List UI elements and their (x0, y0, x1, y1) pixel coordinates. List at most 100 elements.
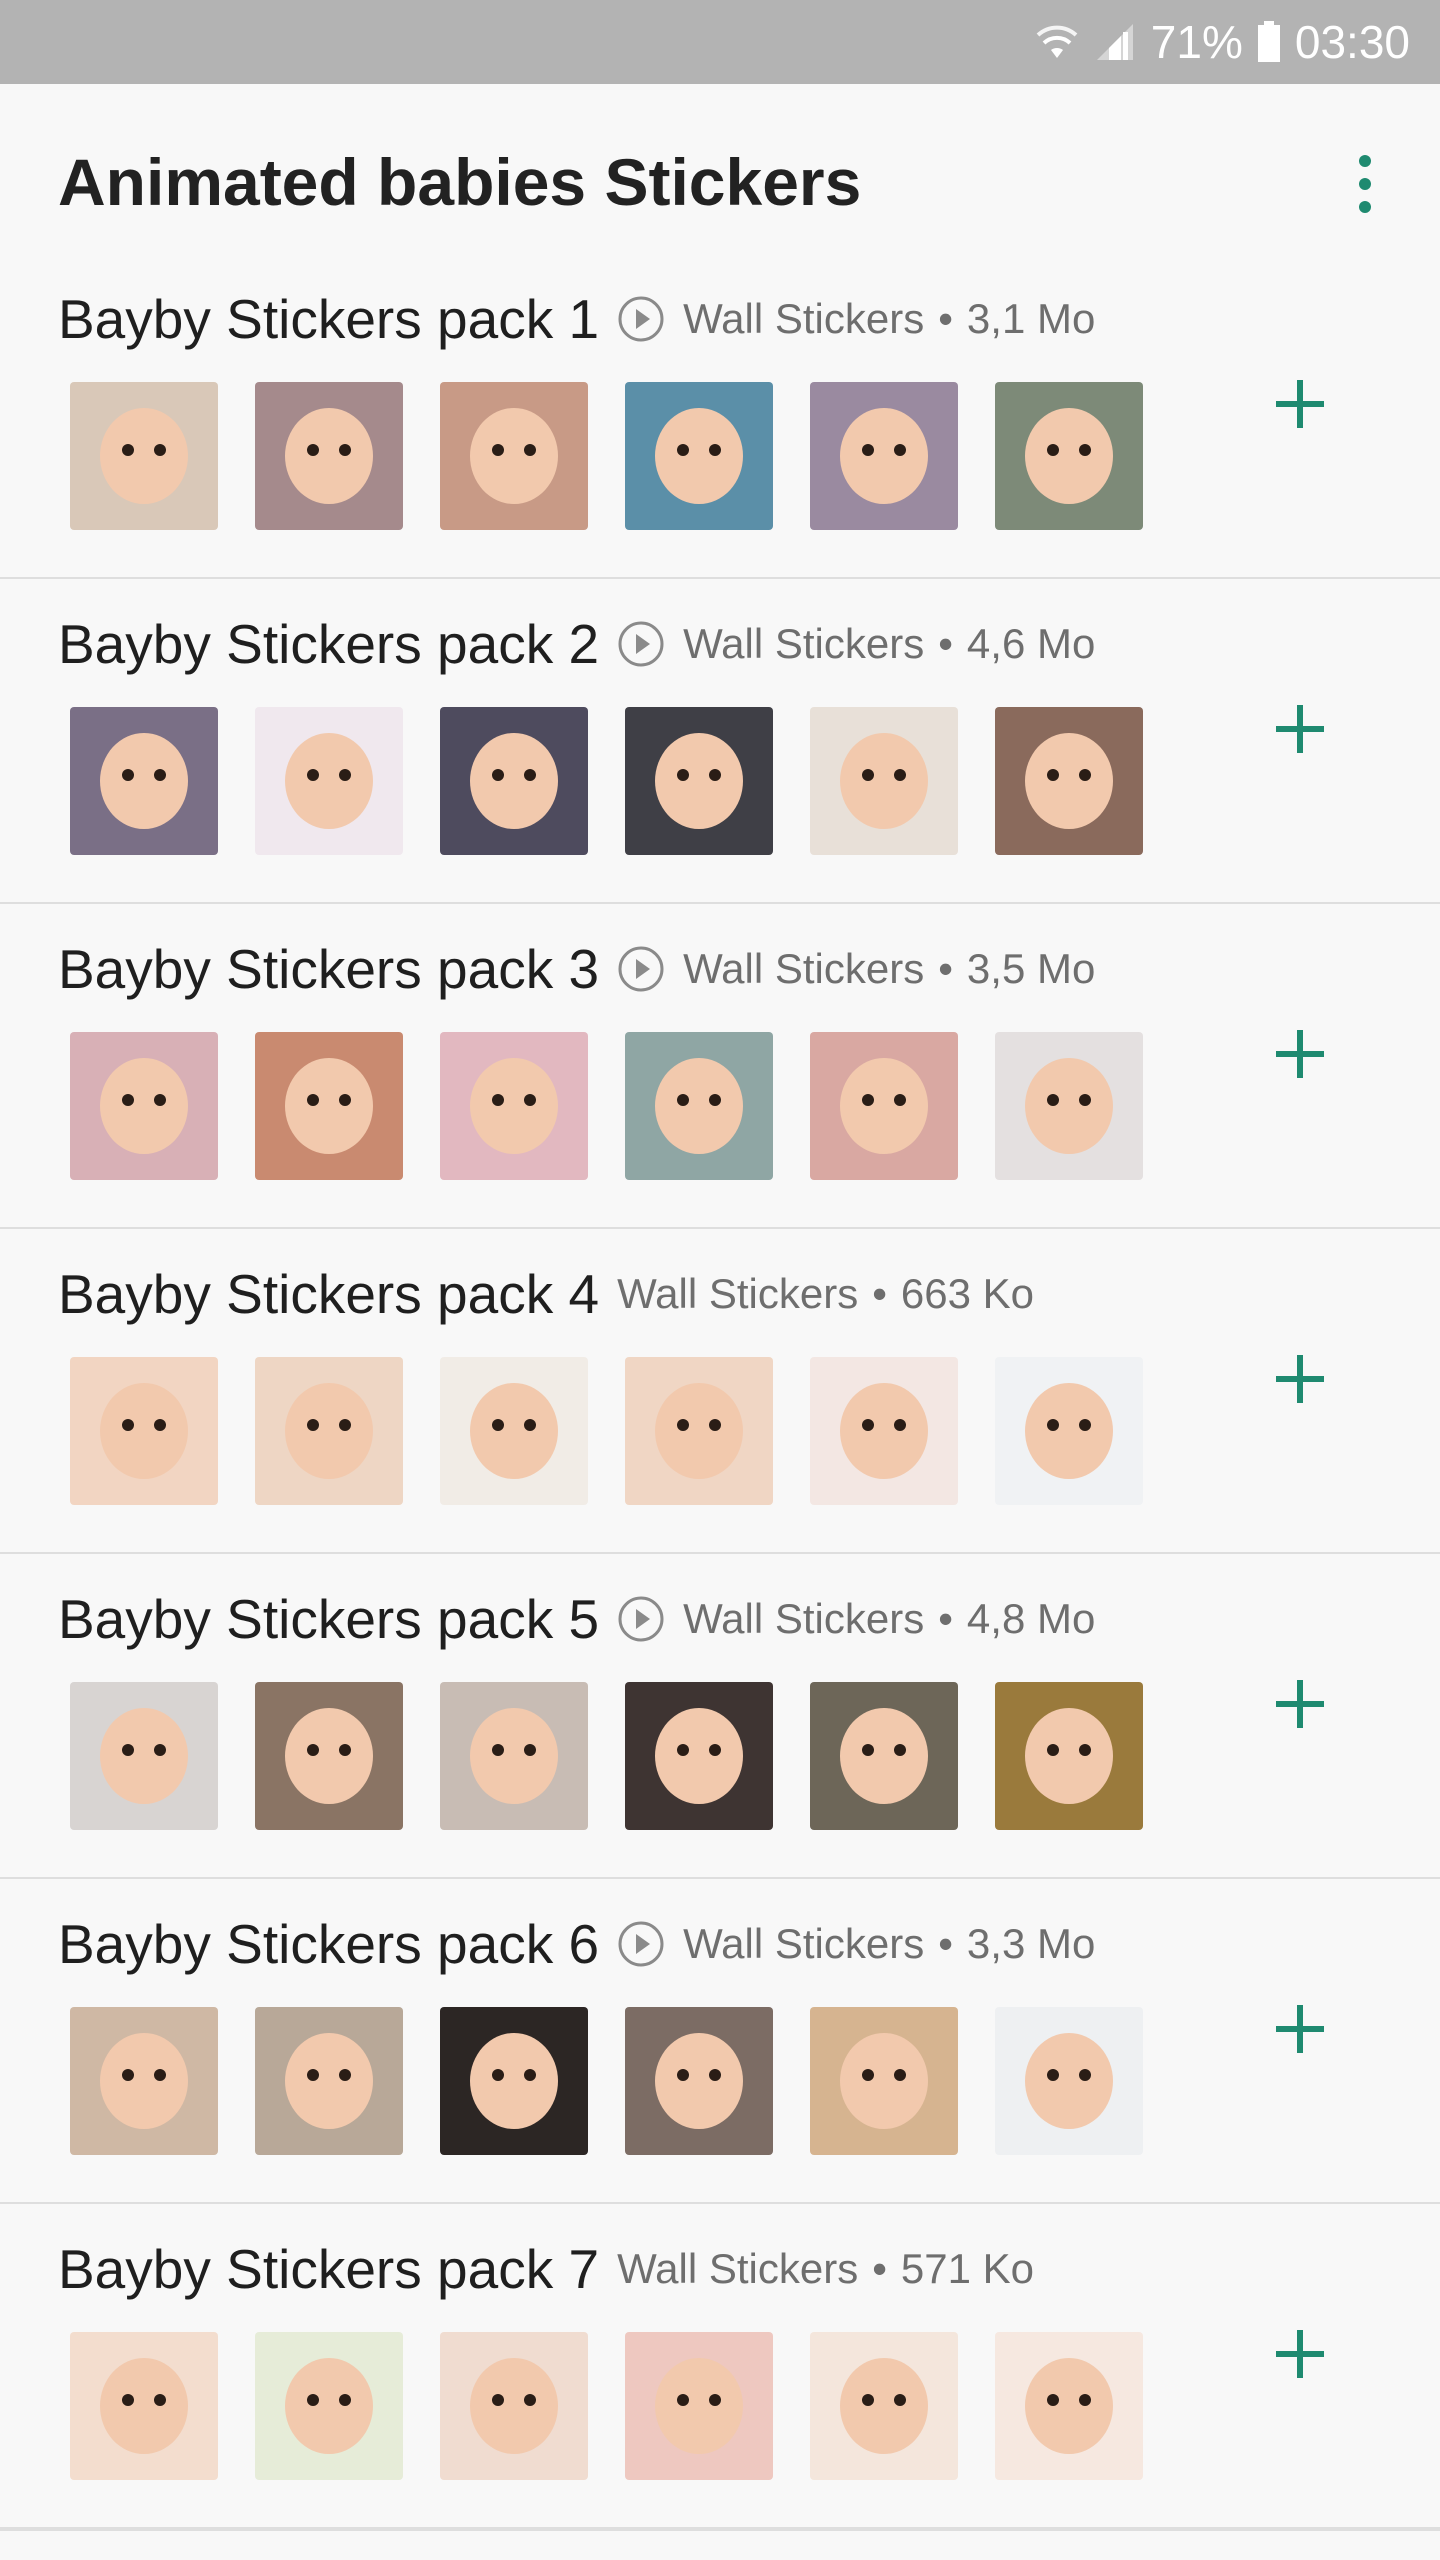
page-title: Animated babies Stickers (58, 145, 862, 219)
eye-shape (122, 1094, 134, 1106)
eye-shape (677, 2394, 689, 2406)
add-pack-button[interactable] (1270, 699, 1330, 759)
baby-face-image (1025, 1383, 1113, 1479)
separator-dot: • (938, 620, 953, 667)
status-bar: 71% 03:30 (0, 0, 1440, 84)
eye-shape (154, 444, 166, 456)
plus-icon (1276, 2005, 1324, 2053)
eye-shape (862, 1744, 874, 1756)
eye-shape (307, 1744, 319, 1756)
eye-shape (894, 2394, 906, 2406)
eye-shape (307, 769, 319, 781)
baby-face-image (655, 1058, 743, 1154)
eye-shape (709, 2394, 721, 2406)
baby-face-image (285, 1058, 373, 1154)
plus-icon (1276, 1030, 1324, 1078)
eye-shape (307, 2069, 319, 2081)
sticker-thumbnail (810, 1357, 958, 1505)
add-pack-button[interactable] (1270, 1999, 1330, 2059)
eye-shape (339, 1419, 351, 1431)
animated-play-icon (617, 1595, 665, 1643)
eye-shape (339, 1094, 351, 1106)
eye-shape (492, 1419, 504, 1431)
eye-shape (709, 2069, 721, 2081)
pack-name: Bayby Stickers pack 7 (58, 2238, 600, 2300)
sticker-pack-row[interactable]: Bayby Stickers pack 3 Wall Stickers • 3,5 M… (0, 904, 1440, 1231)
baby-face-image (840, 1708, 928, 1804)
eye-shape (492, 2394, 504, 2406)
eye-shape (339, 2069, 351, 2081)
more-options-button[interactable] (1340, 144, 1390, 224)
sticker-thumbnail (995, 707, 1143, 855)
add-pack-button[interactable] (1270, 1674, 1330, 1734)
add-pack-button[interactable] (1270, 1349, 1330, 1409)
sticker-thumbnail (255, 707, 403, 855)
sticker-pack-row[interactable]: Bayby Stickers pack 1 Wall Stickers • 3,1 M… (0, 254, 1440, 581)
pack-name: Bayby Stickers pack 4 (58, 1263, 600, 1325)
sticker-thumbnail (625, 2007, 773, 2155)
baby-face-image (1025, 2033, 1113, 2129)
animated-play-icon (617, 1920, 665, 1968)
sticker-pack-row[interactable]: Bayby Stickers pack 5 Wall Stickers • 4,8 M… (0, 1554, 1440, 1881)
baby-face-image (285, 1708, 373, 1804)
sticker-thumbnail (995, 2332, 1143, 2480)
eye-shape (709, 1744, 721, 1756)
separator-dot: • (938, 945, 953, 992)
eye-shape (709, 769, 721, 781)
eye-shape (677, 444, 689, 456)
eye-shape (862, 769, 874, 781)
pack-size: 663 Ko (900, 1270, 1035, 1317)
eye-shape (1047, 1094, 1059, 1106)
app-bar: Animated babies Stickers (0, 84, 1440, 254)
pack-header: Bayby Stickers pack 6 Wall Stickers • 3,3 M… (58, 1909, 1095, 1979)
sticker-pack-row[interactable]: Bayby Stickers pack 4 Wall Stickers • 663 K… (0, 1229, 1440, 1556)
baby-face-image (840, 2358, 928, 2454)
pack-name: Bayby Stickers pack 1 (58, 288, 600, 350)
add-pack-button[interactable] (1270, 374, 1330, 434)
sticker-thumbnail (70, 1357, 218, 1505)
eye-shape (894, 444, 906, 456)
pack-size: 3,5 Mo (966, 945, 1096, 992)
eye-shape (524, 2069, 536, 2081)
sticker-thumbnail (625, 382, 773, 530)
eye-shape (492, 2069, 504, 2081)
sticker-thumbnail (440, 1357, 588, 1505)
baby-face-image (1025, 2358, 1113, 2454)
sticker-thumbnail (440, 382, 588, 530)
baby-face-image (655, 408, 743, 504)
eye-shape (122, 1419, 134, 1431)
eye-shape (307, 1419, 319, 1431)
eye-shape (709, 1419, 721, 1431)
battery-percent: 71% (1150, 16, 1243, 68)
sticker-pack-row[interactable]: Bayby Stickers pack 2 Wall Stickers • 4,6 M… (0, 579, 1440, 906)
baby-face-image (470, 1708, 558, 1804)
pack-size: 4,8 Mo (966, 1595, 1096, 1642)
sticker-thumbnail (995, 382, 1143, 530)
sticker-thumbnail (625, 1032, 773, 1180)
add-pack-button[interactable] (1270, 2324, 1330, 2384)
eye-shape (1079, 1744, 1091, 1756)
eye-shape (122, 444, 134, 456)
pack-name: Bayby Stickers pack 2 (58, 613, 600, 675)
eye-shape (862, 1419, 874, 1431)
baby-face-image (470, 733, 558, 829)
eye-shape (1079, 444, 1091, 456)
eye-shape (154, 1744, 166, 1756)
eye-shape (154, 1094, 166, 1106)
eye-shape (677, 1419, 689, 1431)
baby-face-image (470, 1383, 558, 1479)
sticker-thumbnail (810, 707, 958, 855)
baby-face-image (470, 408, 558, 504)
baby-face-image (285, 408, 373, 504)
status-indicators: 71% 03:30 (1035, 0, 1410, 84)
sticker-thumbnail (440, 707, 588, 855)
baby-face-image (655, 1383, 743, 1479)
sticker-thumbnail (440, 1682, 588, 1830)
sticker-pack-row[interactable]: Bayby Stickers pack 7 Wall Stickers • 571 K… (0, 2204, 1440, 2531)
wifi-icon (1035, 22, 1079, 62)
baby-face-image (1025, 1058, 1113, 1154)
baby-face-image (840, 2033, 928, 2129)
eye-shape (524, 1094, 536, 1106)
add-pack-button[interactable] (1270, 1024, 1330, 1084)
sticker-pack-row[interactable]: Bayby Stickers pack 6 Wall Stickers • 3,3 M… (0, 1879, 1440, 2206)
